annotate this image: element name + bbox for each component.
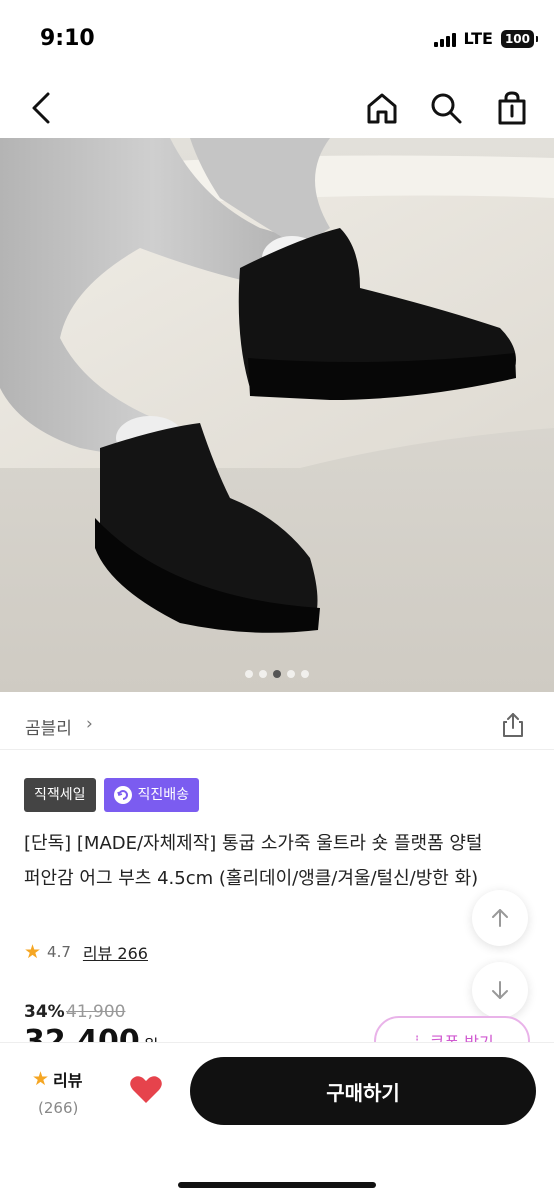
buy-button-label: 구매하기 bbox=[326, 1080, 400, 1105]
rating-row: ★ 4.7 리뷰 266 bbox=[24, 940, 148, 964]
battery-icon: 100 bbox=[500, 29, 539, 48]
carousel-dot bbox=[245, 670, 253, 678]
review-label: 리뷰 bbox=[53, 1071, 83, 1090]
cart-button[interactable] bbox=[492, 88, 532, 128]
status-bar: 9:10 LTE 100 bbox=[0, 0, 554, 80]
chevron-left-icon bbox=[32, 92, 50, 124]
review-link[interactable]: 리뷰 266 bbox=[83, 940, 148, 964]
carousel-dot-active bbox=[273, 670, 281, 678]
price-area: 34% 41,900 32,400원 ⇣ 쿠폰 받기 bbox=[0, 996, 554, 1042]
sale-price: 32,400원 bbox=[24, 1024, 159, 1042]
refresh-icon bbox=[113, 786, 132, 804]
sale-badge: 직잭세일 bbox=[24, 778, 96, 812]
search-icon bbox=[431, 93, 462, 124]
chevron-right-icon: › bbox=[86, 714, 93, 734]
like-button[interactable] bbox=[128, 1071, 164, 1107]
direct-badge-label: 직진배송 bbox=[137, 787, 190, 803]
brand-row: 곰블리 › bbox=[0, 700, 554, 750]
star-icon: ★ bbox=[32, 1068, 50, 1090]
coupon-label: 쿠폰 받기 bbox=[430, 1029, 494, 1042]
brand-link[interactable]: 곰블리 bbox=[25, 714, 72, 739]
star-icon: ★ bbox=[24, 941, 42, 963]
arrow-up-icon bbox=[492, 909, 508, 927]
coupon-button[interactable]: ⇣ 쿠폰 받기 bbox=[374, 1016, 530, 1042]
shopping-bag-icon bbox=[498, 91, 526, 125]
rating-value: 4.7 bbox=[47, 943, 71, 961]
network-label: LTE bbox=[463, 29, 493, 48]
home-indicator bbox=[178, 1182, 376, 1188]
buy-button[interactable]: 구매하기 bbox=[190, 1057, 536, 1125]
review-count: (266) bbox=[38, 1099, 79, 1117]
status-indicators: LTE 100 bbox=[433, 29, 539, 48]
sale-badge-label: 직잭세일 bbox=[34, 787, 86, 803]
bottom-action-bar: ★ 리뷰 (266) 구매하기 bbox=[0, 1042, 554, 1200]
carousel-dot bbox=[259, 670, 267, 678]
carousel-dot bbox=[301, 670, 309, 678]
product-image-carousel[interactable] bbox=[0, 138, 554, 692]
share-button[interactable] bbox=[498, 710, 528, 740]
home-icon bbox=[367, 93, 397, 124]
signal-icon bbox=[433, 31, 456, 47]
share-icon bbox=[503, 713, 523, 737]
scroll-top-button[interactable] bbox=[472, 890, 528, 946]
search-button[interactable] bbox=[426, 88, 466, 128]
product-title: [단독] [MADE/자체제작] 통굽 소가죽 울트라 숏 플랫폼 양털 퍼안감… bbox=[24, 833, 483, 889]
original-price: 41,900 bbox=[66, 1002, 126, 1022]
review-summary[interactable]: ★ 리뷰 (266) bbox=[32, 1067, 83, 1117]
discount-rate: 34% bbox=[24, 1002, 65, 1022]
nav-bar bbox=[0, 80, 554, 138]
heart-icon bbox=[130, 1076, 162, 1103]
product-photo bbox=[0, 138, 554, 692]
direct-delivery-badge: 직진배송 bbox=[103, 778, 200, 812]
home-button[interactable] bbox=[362, 88, 402, 128]
carousel-indicator bbox=[0, 670, 554, 678]
carousel-dot bbox=[287, 670, 295, 678]
badge-row: 직잭세일 직진배송 bbox=[24, 778, 200, 812]
status-time: 9:10 bbox=[40, 26, 95, 51]
download-icon: ⇣ bbox=[410, 1031, 424, 1043]
back-button[interactable] bbox=[22, 88, 62, 128]
